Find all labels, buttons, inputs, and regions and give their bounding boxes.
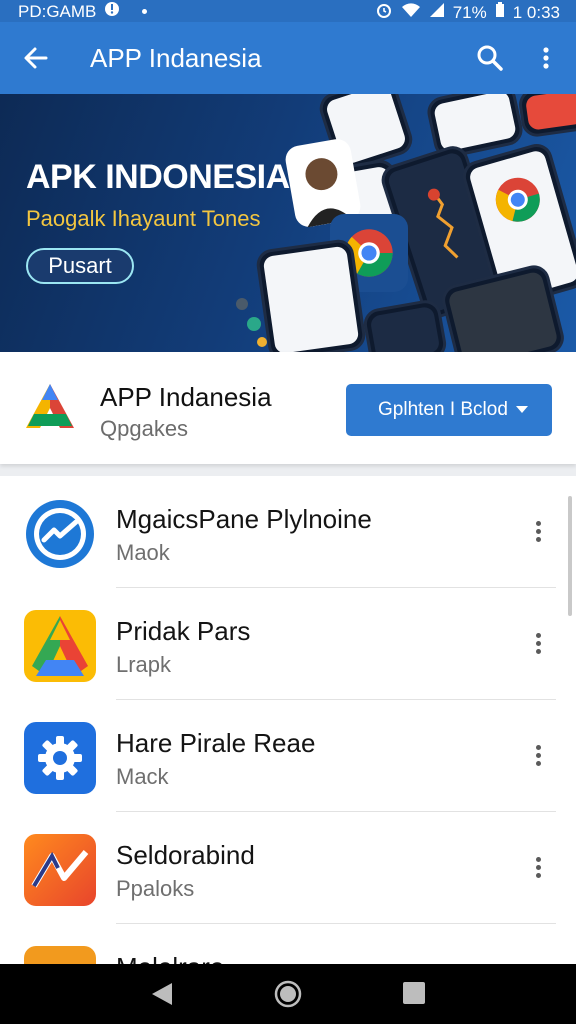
app-logo-icon [22, 380, 78, 436]
more-vert-icon[interactable] [526, 630, 550, 664]
list-item[interactable]: Hare Pirale Reae Mack [0, 700, 576, 812]
list-item[interactable]: Melelrare [0, 924, 576, 964]
circle-app-icon [24, 946, 96, 964]
notification-icon [104, 1, 120, 22]
alarm-icon [375, 1, 393, 24]
carrier-text: PD:GAMB [18, 1, 97, 21]
back-arrow-icon[interactable] [20, 42, 52, 74]
app-subtitle: Mack [116, 764, 169, 789]
analytics-arrow-icon [24, 834, 96, 906]
app-title: Melelrare [116, 952, 224, 964]
more-vert-icon[interactable] [526, 854, 550, 888]
app-header: APP Indanesia Qpgakes Gplhten I Bclod [0, 352, 576, 464]
more-vert-icon[interactable] [526, 518, 550, 552]
app-subtitle: Qpgakes [100, 416, 189, 441]
wifi-icon [401, 2, 421, 23]
settings-gear-icon [24, 722, 96, 794]
google-drive-icon [24, 610, 96, 682]
category-dropdown[interactable]: Gplhten I Bclod [346, 384, 552, 436]
system-nav-bar [0, 964, 576, 1024]
nav-home-icon[interactable] [274, 980, 302, 1013]
app-subtitle: Maok [116, 540, 170, 565]
app-title: Hare Pirale Reae [116, 728, 316, 758]
list-item[interactable]: Pridak Pars Lrapk [0, 588, 576, 700]
banner-subtitle: Paogalk Ihayaunt Tones [26, 206, 261, 231]
list-item[interactable]: MgaicsPane Plylnoine Maok [0, 476, 576, 588]
chevron-down-icon [516, 406, 528, 413]
list-item[interactable]: Seldorabind Ppaloks [0, 812, 576, 924]
app-list: MgaicsPane Plylnoine Maok Pridak Pars Lr… [0, 476, 576, 964]
app-title: Seldorabind [116, 840, 255, 870]
nav-recents-icon[interactable] [402, 981, 426, 1010]
banner-title: APK INDONESIA [26, 158, 290, 196]
app-subtitle: Lrapk [116, 652, 172, 677]
notification-dot-icon [142, 9, 148, 14]
search-icon[interactable] [474, 42, 506, 74]
phone-mockup [517, 94, 576, 139]
battery-percent: 71% [452, 2, 487, 22]
banner-button[interactable]: Pusart [26, 248, 134, 284]
status-bar: PD:GAMB 71% 1 0:33 [0, 0, 576, 22]
phone-mockup [361, 297, 449, 352]
page-title: APP Indanesia [90, 43, 262, 73]
app-bar: APP Indanesia [0, 22, 576, 94]
clock-text: 1 0:33 [512, 2, 560, 22]
app-title: MgaicsPane Plylnoine [116, 504, 372, 534]
decor-balloons-icon [236, 298, 267, 347]
battery-icon [495, 2, 505, 23]
promo-banner[interactable]: APK INDONESIA Paogalk Ihayaunt Tones Pus… [0, 94, 576, 352]
dropdown-label: Gplhten I Bclod [378, 399, 508, 420]
app-title: Pridak Pars [116, 616, 251, 646]
messenger-check-icon [24, 498, 96, 570]
signal-icon [429, 2, 445, 23]
more-vert-icon[interactable] [526, 742, 550, 776]
nav-back-icon[interactable] [150, 981, 174, 1012]
app-subtitle: Ppaloks [116, 876, 195, 901]
app-name: APP Indanesia [100, 382, 272, 412]
more-vert-icon[interactable] [532, 42, 560, 74]
